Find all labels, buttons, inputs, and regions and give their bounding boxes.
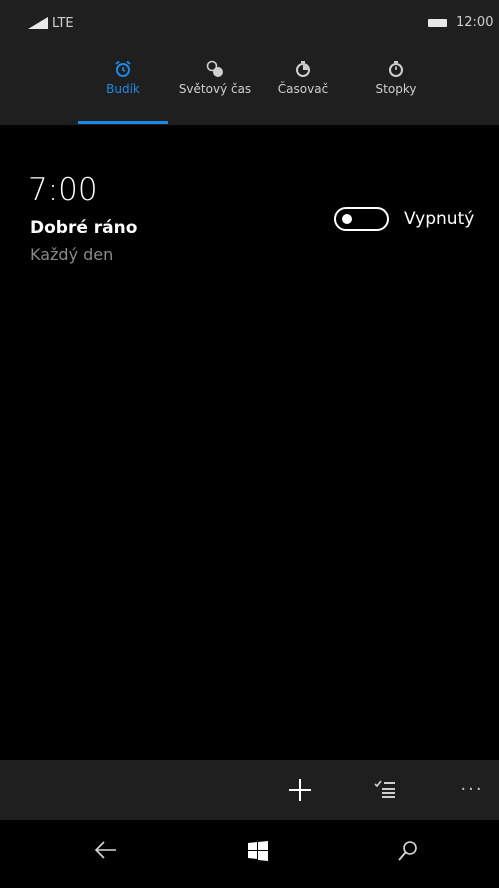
app-bar: ... xyxy=(0,760,499,820)
toggle-knob xyxy=(342,214,352,224)
battery-icon xyxy=(428,19,447,27)
world-clock-icon xyxy=(206,60,223,77)
select-list-icon xyxy=(374,780,395,798)
search-button[interactable] xyxy=(388,840,428,872)
tab-label: Časovač xyxy=(277,82,329,96)
alarm-toggle[interactable] xyxy=(334,207,389,231)
tab-budik[interactable]: Budík xyxy=(78,56,168,120)
tab-casovac[interactable]: Časovač xyxy=(258,56,348,120)
tab-svetovy-cas[interactable]: Světový čas xyxy=(170,56,260,120)
more-button[interactable]: ... xyxy=(452,774,492,806)
alarm-toggle-label: Vypnutý xyxy=(404,209,475,229)
network-type: LTE xyxy=(52,16,74,31)
select-button[interactable] xyxy=(365,774,405,806)
alarm-time: 7:00 xyxy=(28,172,98,208)
alarm-clock-icon xyxy=(115,60,131,77)
status-bar: LTE 12:00 xyxy=(0,0,499,48)
signal-icon xyxy=(28,17,48,29)
alarm-repeat: Každý den xyxy=(30,245,114,264)
search-icon xyxy=(398,841,417,861)
tab-label: Stopky xyxy=(375,82,417,96)
back-button[interactable] xyxy=(86,840,126,872)
navigation-bar xyxy=(0,820,499,888)
windows-logo-icon xyxy=(248,841,268,861)
tab-label: Světový čas xyxy=(178,82,252,96)
start-button[interactable] xyxy=(238,840,278,872)
alarm-name: Dobré ráno xyxy=(30,218,138,238)
more-icon: ... xyxy=(460,774,484,795)
back-arrow-icon xyxy=(94,841,116,859)
add-alarm-button[interactable] xyxy=(280,774,320,806)
tab-bar: Budík Světový čas Časovač Stopky xyxy=(0,48,499,125)
add-icon xyxy=(289,779,311,801)
active-tab-indicator xyxy=(78,121,168,124)
tab-label: Budík xyxy=(106,82,140,96)
timer-icon xyxy=(296,61,310,77)
status-time: 12:00 xyxy=(456,15,494,30)
stopwatch-icon xyxy=(389,61,403,77)
tab-stopky[interactable]: Stopky xyxy=(351,56,441,120)
